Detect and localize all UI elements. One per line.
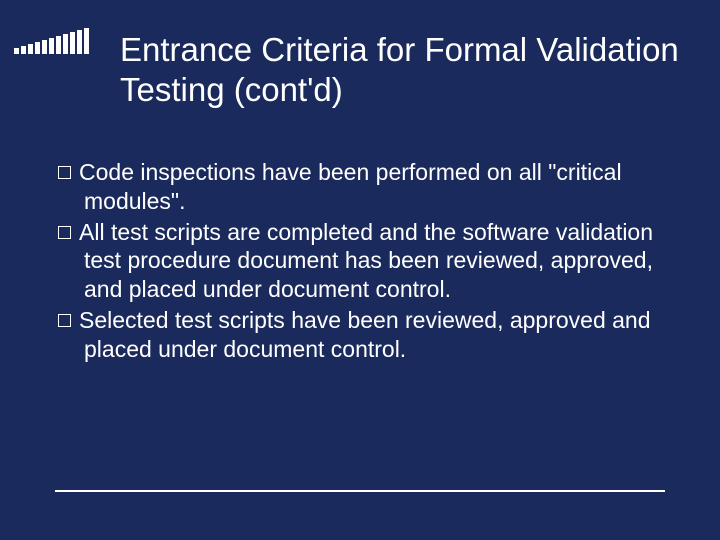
footer-divider [55,490,665,492]
bullet-text: All test scripts are completed and the s… [79,219,653,303]
bullet-item: Selected test scripts have been reviewed… [58,306,670,364]
bullet-text: Code inspections have been performed on … [79,159,622,214]
checkbox-icon [58,226,71,239]
checkbox-icon [58,166,71,179]
bullet-text: Selected test scripts have been reviewed… [79,307,651,362]
bullet-item: All test scripts are completed and the s… [58,218,670,304]
slide-content: Code inspections have been performed on … [58,158,670,365]
header-bars-decoration [14,28,89,54]
checkbox-icon [58,314,71,327]
slide-title: Entrance Criteria for Formal Validation … [120,30,680,109]
bullet-item: Code inspections have been performed on … [58,158,670,216]
